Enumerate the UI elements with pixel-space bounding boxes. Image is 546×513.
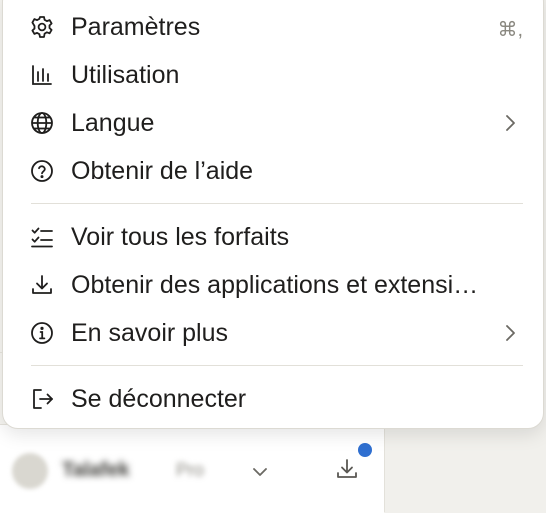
info-circle-icon	[29, 320, 55, 346]
menu-item-label: Langue	[71, 109, 155, 137]
help-circle-icon	[29, 158, 55, 184]
menu-item-langue[interactable]: Langue	[3, 101, 543, 145]
download-app-icon[interactable]	[334, 456, 360, 482]
account-plan: Pro	[176, 460, 205, 480]
menu-item-label: Obtenir des applications et extensi…	[71, 271, 479, 299]
menu-item-aide[interactable]: Obtenir de l’aide	[3, 149, 543, 193]
chevron-down-icon[interactable]	[248, 460, 272, 484]
menu-item-label: Utilisation	[71, 61, 180, 89]
menu-item-utilisation[interactable]: Utilisation	[3, 53, 543, 97]
bar-chart-icon	[29, 62, 55, 88]
menu-item-parametres[interactable]: Paramètres ⌘,	[3, 5, 543, 49]
account-menu: Paramètres ⌘, Utilisation Langue Obtenir…	[2, 0, 544, 429]
menu-item-applications[interactable]: Obtenir des applications et extensi…	[3, 263, 543, 307]
menu-item-label: En savoir plus	[71, 319, 229, 347]
download-icon	[29, 272, 55, 298]
logout-icon	[29, 386, 55, 412]
menu-item-label: Paramètres	[71, 13, 201, 41]
gear-icon	[29, 14, 55, 40]
globe-icon	[29, 110, 55, 136]
menu-item-label: Voir tous les forfaits	[71, 223, 290, 251]
notification-dot	[358, 443, 372, 457]
account-bar[interactable]: Talafek Pro	[0, 424, 384, 513]
account-name: Talafek	[62, 459, 130, 481]
menu-divider	[31, 203, 523, 204]
menu-divider	[31, 365, 523, 366]
menu-item-label: Se déconnecter	[71, 385, 247, 413]
menu-item-label: Obtenir de l’aide	[71, 157, 254, 185]
avatar[interactable]	[12, 453, 48, 489]
menu-item-deconnexion[interactable]: Se déconnecter	[3, 377, 543, 421]
checklist-icon	[29, 224, 55, 250]
menu-item-forfaits[interactable]: Voir tous les forfaits	[3, 215, 543, 259]
chevron-right-icon	[499, 322, 521, 344]
chevron-right-icon	[499, 112, 521, 134]
menu-item-en-savoir-plus[interactable]: En savoir plus	[3, 311, 543, 355]
keyboard-shortcut: ⌘,	[497, 19, 523, 41]
